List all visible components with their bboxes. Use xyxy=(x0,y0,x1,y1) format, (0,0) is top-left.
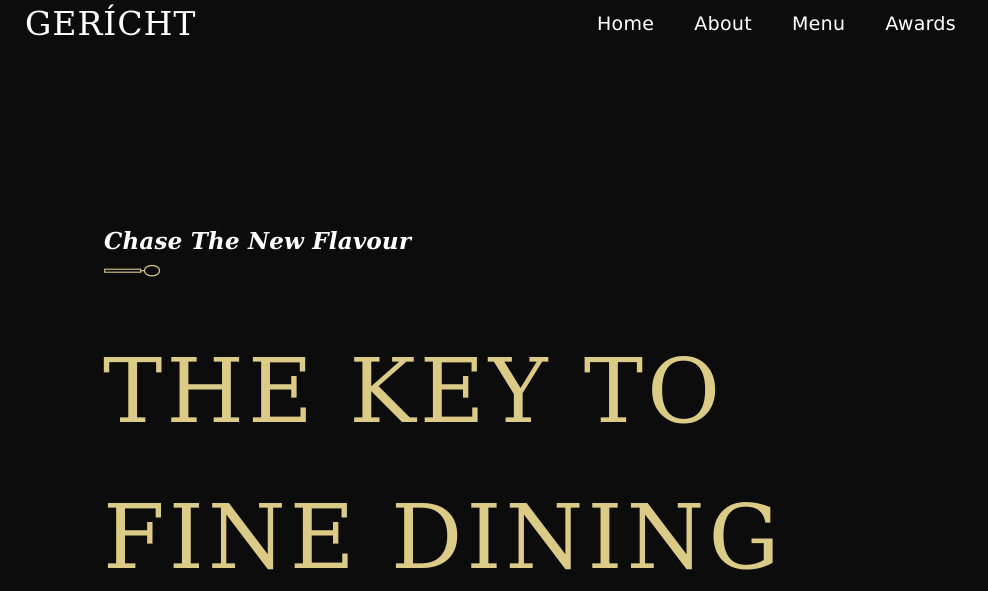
spoon-icon xyxy=(104,264,161,277)
nav-item-menu: Menu xyxy=(792,10,845,38)
hero-section: Chase The New Flavour xyxy=(104,222,411,278)
nav-item-awards: Awards xyxy=(885,10,956,38)
nav-item-home: Home xyxy=(597,10,654,38)
hero-subtitle: Chase The New Flavour xyxy=(104,228,412,255)
nav-item-about: About xyxy=(694,10,752,38)
headline-line-1: THE KEY TO xyxy=(103,339,725,443)
nav-link-home[interactable]: Home xyxy=(597,13,654,35)
nav-link-about[interactable]: About xyxy=(694,13,752,35)
hero-headline: THE KEY TO FINE DINING xyxy=(103,318,784,591)
headline-line-2: FINE DINING xyxy=(103,485,784,589)
navbar: GERÍCHT Home About Menu Awards xyxy=(0,0,988,48)
nav-link-awards[interactable]: Awards xyxy=(885,13,956,35)
nav-link-menu[interactable]: Menu xyxy=(792,13,845,35)
brand-logo[interactable]: GERÍCHT xyxy=(25,4,196,44)
nav-menu: Home About Menu Awards xyxy=(597,10,956,38)
